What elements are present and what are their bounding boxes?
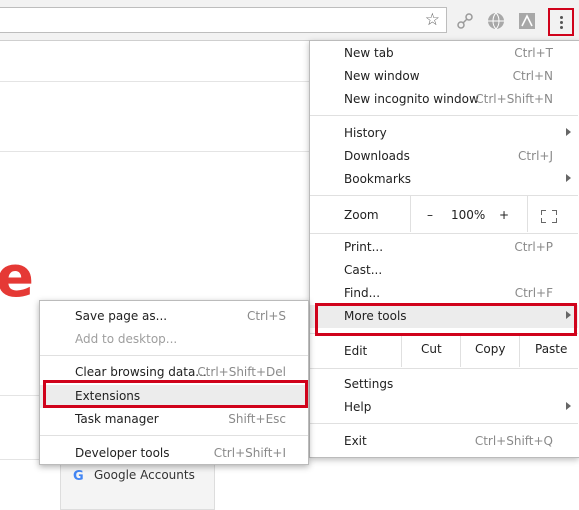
menu-item-label: History xyxy=(344,126,387,140)
more-tools-submenu: Save page as... Ctrl+S Add to desktop...… xyxy=(39,300,309,465)
copy-button[interactable]: Copy xyxy=(475,342,505,356)
menu-item-label: Extensions xyxy=(75,389,141,403)
menu-item-bookmarks[interactable]: Bookmarks xyxy=(310,168,578,191)
menu-item-cast[interactable]: Cast... xyxy=(310,259,578,282)
menu-item-more-tools[interactable]: More tools xyxy=(310,305,578,328)
submenu-arrow-icon xyxy=(566,402,571,410)
menu-separator xyxy=(40,355,308,356)
menu-item-history[interactable]: History xyxy=(310,122,578,145)
menu-item-label: Edit xyxy=(344,344,368,358)
menu-separator xyxy=(310,115,578,116)
menu-item-edit: Edit Cut Copy Paste xyxy=(310,333,578,367)
cut-button[interactable]: Cut xyxy=(421,342,442,356)
menu-item-find[interactable]: Find... Ctrl+F xyxy=(310,282,578,305)
menu-item-label: Cast... xyxy=(344,263,383,277)
browser-toolbar: ☆ xyxy=(0,0,579,41)
menu-item-shortcut: Ctrl+Shift+N xyxy=(475,92,553,106)
menu-item-label: Settings xyxy=(344,377,394,391)
google-icon: G xyxy=(73,469,84,484)
menu-item-exit[interactable]: Exit Ctrl+Shift+Q xyxy=(310,430,578,453)
chrome-menu-button[interactable] xyxy=(548,8,574,36)
edit-divider xyxy=(401,333,402,367)
menu-separator xyxy=(310,368,578,369)
menu-item-downloads[interactable]: Downloads Ctrl+J xyxy=(310,145,578,168)
more-vert-icon xyxy=(559,15,563,29)
menu-item-label: New incognito window xyxy=(344,92,479,106)
menu-item-shortcut: Shift+Esc xyxy=(228,412,286,426)
chrome-main-menu: New tab Ctrl+T New window Ctrl+N New inc… xyxy=(309,40,579,458)
menu-item-shortcut: Ctrl+Shift+Q xyxy=(474,434,553,448)
menu-item-label: Task manager xyxy=(75,412,159,426)
menu-item-new-incognito-window[interactable]: New incognito window Ctrl+Shift+N xyxy=(310,88,578,111)
menu-item-label: Print... xyxy=(344,240,384,254)
menu-item-new-tab[interactable]: New tab Ctrl+T xyxy=(310,42,578,65)
menu-separator xyxy=(310,333,578,334)
menu-item-label: New window xyxy=(344,69,420,83)
zoom-out-button[interactable]: – xyxy=(427,208,433,222)
menu-item-shortcut: Ctrl+P xyxy=(514,240,553,254)
menu-item-label: New tab xyxy=(344,46,394,60)
globe-icon[interactable] xyxy=(487,12,505,30)
extension-puzzle-icon[interactable] xyxy=(456,12,474,30)
menu-item-shortcut: Ctrl+N xyxy=(512,69,553,83)
card-title: Google Accounts xyxy=(94,468,195,482)
menu-item-shortcut: Ctrl+S xyxy=(246,309,286,323)
paste-button[interactable]: Paste xyxy=(535,342,567,356)
submenu-arrow-icon xyxy=(566,174,571,182)
menu-separator xyxy=(310,195,578,196)
submenu-item-add-to-desktop: Add to desktop... xyxy=(40,328,308,351)
menu-item-shortcut: Ctrl+J xyxy=(518,149,553,163)
menu-item-label: Developer tools xyxy=(75,446,170,460)
menu-item-print[interactable]: Print... Ctrl+P xyxy=(310,236,578,259)
google-accounts-card[interactable]: G Google Accounts xyxy=(60,458,215,510)
menu-item-shortcut: Ctrl+Shift+Del xyxy=(197,365,286,379)
menu-item-new-window[interactable]: New window Ctrl+N xyxy=(310,65,578,88)
submenu-item-clear-browsing-data[interactable]: Clear browsing data... Ctrl+Shift+Del xyxy=(40,361,308,384)
menu-item-label: Find... xyxy=(344,286,381,300)
zoom-level: 100% xyxy=(451,208,486,222)
menu-item-help[interactable]: Help xyxy=(310,396,578,419)
zoom-divider xyxy=(527,196,528,232)
address-bar[interactable]: ☆ xyxy=(0,7,447,33)
submenu-item-task-manager[interactable]: Task manager Shift+Esc xyxy=(40,408,308,431)
menu-item-label: Exit xyxy=(344,434,367,448)
divider xyxy=(0,81,309,82)
bookmark-star-icon[interactable]: ☆ xyxy=(425,10,440,30)
zoom-divider xyxy=(410,196,411,232)
menu-item-shortcut: Ctrl+T xyxy=(514,46,553,60)
menu-item-label: Add to desktop... xyxy=(75,332,178,346)
menu-item-settings[interactable]: Settings xyxy=(310,373,578,396)
submenu-item-extensions[interactable]: Extensions xyxy=(40,385,308,408)
menu-separator xyxy=(310,233,578,234)
menu-item-label: Downloads xyxy=(344,149,410,163)
submenu-arrow-icon xyxy=(566,128,571,136)
menu-item-shortcut: Ctrl+F xyxy=(514,286,553,300)
fullscreen-icon[interactable] xyxy=(541,210,557,223)
submenu-item-save-page[interactable]: Save page as... Ctrl+S xyxy=(40,305,308,328)
submenu-item-developer-tools[interactable]: Developer tools Ctrl+Shift+I xyxy=(40,442,308,465)
zoom-in-button[interactable]: + xyxy=(499,208,509,222)
menu-item-label: Clear browsing data... xyxy=(75,365,207,379)
logo-letter: e xyxy=(0,245,34,310)
edit-divider xyxy=(519,333,520,367)
submenu-arrow-icon xyxy=(566,311,571,319)
menu-item-label: Save page as... xyxy=(75,309,168,323)
edit-divider xyxy=(460,333,461,367)
menu-item-label: Zoom xyxy=(344,208,379,222)
menu-separator xyxy=(40,435,308,436)
menu-item-label: More tools xyxy=(344,309,407,323)
menu-item-zoom: Zoom – 100% + xyxy=(310,196,578,232)
divider xyxy=(0,151,309,152)
menu-item-label: Bookmarks xyxy=(344,172,412,186)
menu-item-label: Help xyxy=(344,400,372,414)
menu-separator xyxy=(310,423,578,424)
menu-item-shortcut: Ctrl+Shift+I xyxy=(213,446,286,460)
pdf-icon[interactable] xyxy=(518,12,536,30)
